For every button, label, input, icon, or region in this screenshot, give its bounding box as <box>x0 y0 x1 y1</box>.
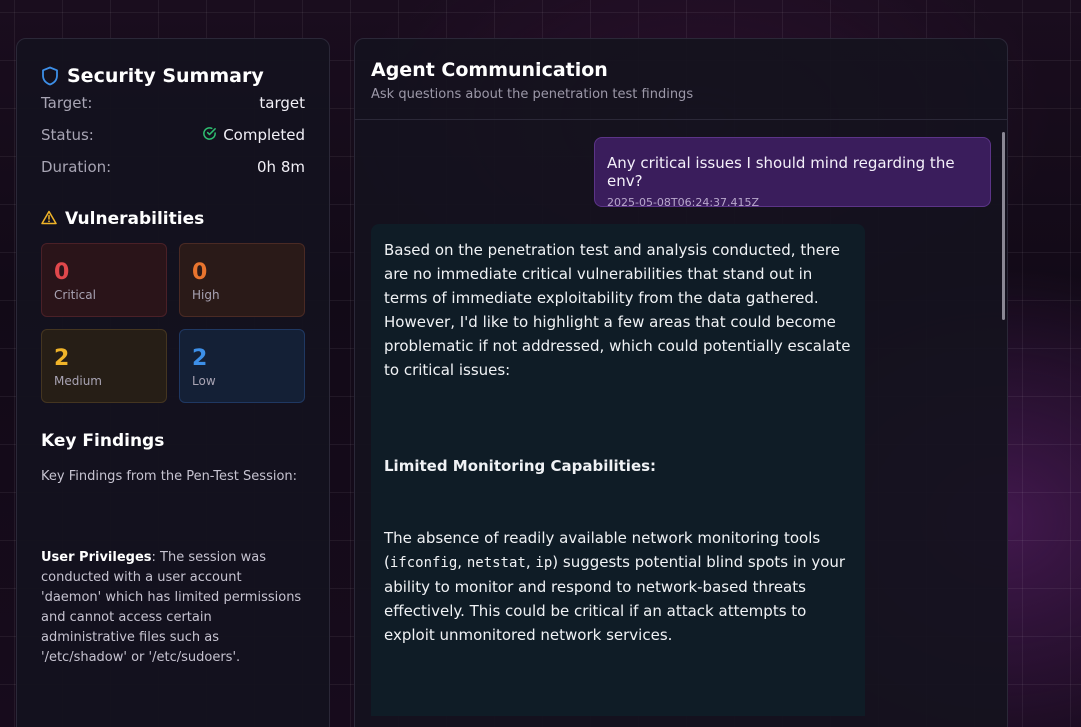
critical-count: 0 <box>54 260 70 285</box>
check-circle-icon <box>202 126 217 145</box>
medium-count: 2 <box>54 346 70 371</box>
target-label: Target: <box>41 94 93 112</box>
medium-tile: 2 Medium <box>41 329 167 403</box>
chat-title: Agent Communication <box>371 59 608 81</box>
medium-label: Medium <box>54 374 102 388</box>
status-value: Completed <box>223 126 305 144</box>
summary-header: Security Summary <box>41 65 305 87</box>
low-label: Low <box>192 374 216 388</box>
critical-label: Critical <box>54 288 96 302</box>
security-summary-panel: Security Summary Target: target Status: … <box>16 38 330 727</box>
duration-row: Duration: 0h 8m <box>41 151 305 183</box>
chat-header: Agent Communication Ask questions about … <box>355 39 1007 120</box>
critical-tile: 0 Critical <box>41 243 167 317</box>
code-ip: ip <box>535 555 553 571</box>
sep-2: , <box>525 553 536 571</box>
duration-value: 0h 8m <box>257 158 305 176</box>
key-findings-title: Key Findings <box>41 431 165 451</box>
user-message-text: Any critical issues I should mind regard… <box>607 154 955 190</box>
low-count: 2 <box>192 346 208 371</box>
vulnerabilities-title: Vulnerabilities <box>65 209 205 229</box>
high-label: High <box>192 288 220 302</box>
shield-icon <box>41 66 59 86</box>
agent-message: Based on the penetration test and analys… <box>371 224 865 716</box>
user-message: Any critical issues I should mind regard… <box>594 137 991 209</box>
sep-1: , <box>457 553 467 571</box>
key-finding-item: User Privileges: The session was conduct… <box>41 548 305 668</box>
low-tile: 2 Low <box>179 329 305 403</box>
message-list[interactable]: Any critical issues I should mind regard… <box>355 120 1007 716</box>
high-tile: 0 High <box>179 243 305 317</box>
high-count: 0 <box>192 260 208 285</box>
status-label: Status: <box>41 126 94 144</box>
code-netstat: netstat <box>466 555 526 571</box>
target-value: target <box>259 94 305 112</box>
agent-message-heading: Limited Monitoring Capabilities: <box>384 457 657 475</box>
target-row: Target: target <box>41 87 305 119</box>
warning-triangle-icon <box>41 210 57 229</box>
agent-message-intro: Based on the penetration test and analys… <box>384 241 851 379</box>
key-findings-subtitle: Key Findings from the Pen-Test Session: <box>41 469 298 484</box>
key-finding-item-title: User Privileges <box>41 550 152 565</box>
status-value-wrap: Completed <box>202 126 305 145</box>
summary-title: Security Summary <box>67 65 264 87</box>
vulnerability-tiles: 0 Critical 0 High 2 Medium 2 Low <box>41 243 305 403</box>
agent-communication-panel: Agent Communication Ask questions about … <box>354 38 1008 727</box>
status-row: Status: Completed <box>41 119 305 151</box>
key-finding-item-text: : The session was conducted with a user … <box>41 550 302 665</box>
duration-label: Duration: <box>41 158 112 176</box>
agent-message-paragraph: The absence of readily available network… <box>384 526 853 647</box>
user-message-timestamp: 2025-05-08T06:24:37.415Z <box>607 196 760 209</box>
chat-subtitle: Ask questions about the penetration test… <box>371 87 694 102</box>
code-ifconfig: ifconfig <box>389 555 458 571</box>
scrollbar-thumb[interactable] <box>1002 132 1005 320</box>
vulnerabilities-header: Vulnerabilities <box>41 209 305 229</box>
